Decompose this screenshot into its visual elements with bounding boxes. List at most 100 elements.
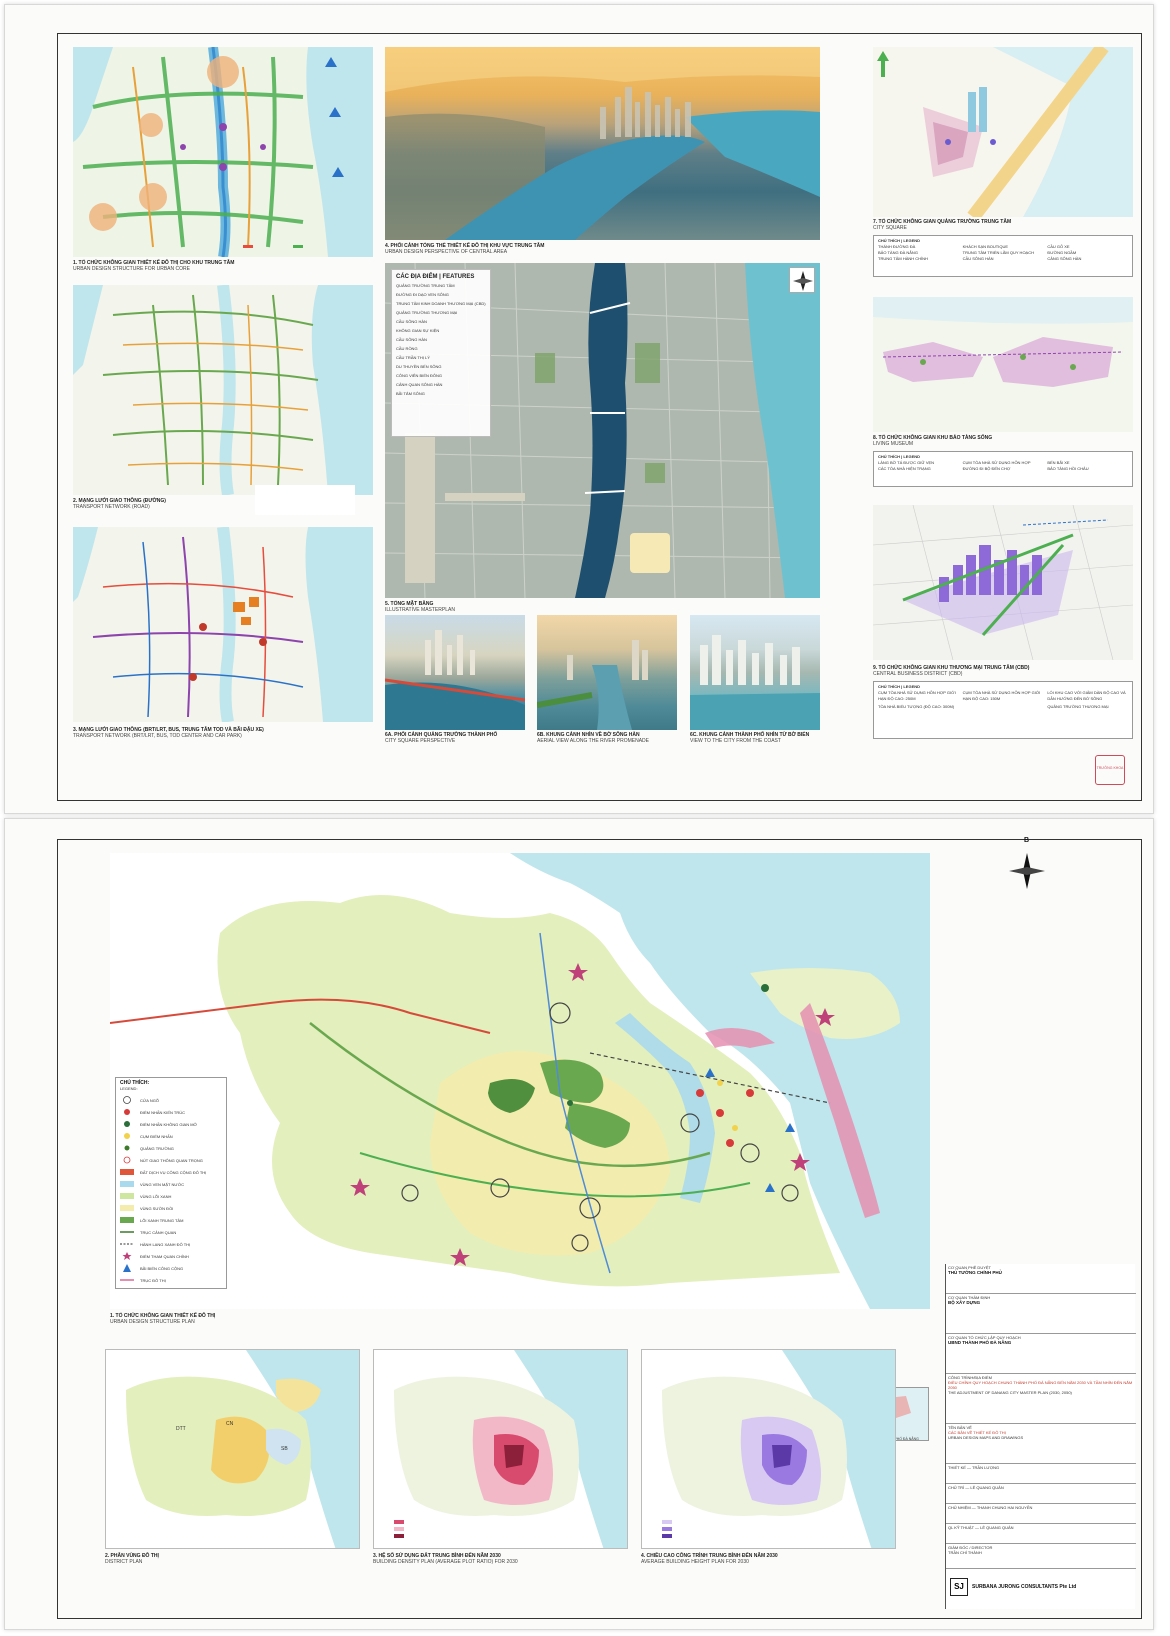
legend-row-central-green: VÙNG LÕI XANH	[120, 1190, 171, 1202]
caption-density-plan-en: BUILDING DENSITY PLAN (AVERAGE PLOT RATI…	[373, 1559, 518, 1565]
tb-project: CÔNG TRÌNH/ĐỊA ĐIỂM ĐIỀU CHỈNH QUY HOẠCH…	[946, 1374, 1136, 1424]
district-label: SB	[281, 1446, 288, 1452]
photo-river-promenade	[537, 615, 677, 730]
green-corridor-line-icon	[120, 1243, 134, 1245]
tb-organizing-value: UBND THÀNH PHỐ ĐÀ NẴNG	[948, 1340, 1012, 1345]
legend-living-museum: CHÚ THÍCH | LEGEND LÀNG BỜ TÁ ĐƯỢC GIỮ V…	[873, 451, 1133, 487]
landmark-cluster-icon	[124, 1133, 130, 1139]
landmark-building-icon	[124, 1109, 130, 1115]
tb-project-vi: ĐIỀU CHỈNH QUY HOẠCH CHUNG THÀNH PHỐ ĐÀ …	[948, 1380, 1133, 1390]
legend-cbd-item: QUẢNG TRƯỜNG THƯƠNG MẠI	[1047, 704, 1109, 709]
legend-label: VÙNG LÕI XANH	[140, 1193, 172, 1199]
tb-project-en: THE ADJUSTMENT OF DANANG CITY MASTER PLA…	[948, 1390, 1072, 1395]
features-heading: CÁC ĐỊA ĐIỂM | FEATURES	[396, 274, 475, 280]
bottom-drawing-sheet: B MINH HỌA VỊ TRÍ KHU VỰC THÀNH PHỐ ĐÀ N…	[4, 818, 1154, 1630]
tb-appraising-value: BỘ XÂY DỰNG	[948, 1300, 981, 1305]
tb-organizing: CƠ QUAN TỔ CHỨC LẬP QUY HOẠCH UBND THÀNH…	[946, 1334, 1136, 1374]
caption-living-museum: 8. TỔ CHỨC KHÔNG GIAN KHU BẢO TÀNG SỐNG …	[873, 435, 992, 447]
legend-row-landscape-axis: TRỤC CẢNH QUAN	[120, 1226, 176, 1238]
photo-view-from-coast	[690, 615, 820, 730]
panel-transport-road-map	[73, 285, 373, 495]
panel-cbd	[873, 505, 1133, 660]
district-plan-map: DTT CN SB	[105, 1349, 360, 1549]
legend-label: ĐIỂM NHẤN KIẾN TRÚC	[140, 1109, 186, 1115]
legend-row-square: QUẢNG TRƯỜNG	[120, 1142, 174, 1154]
legend-row-hillside: VÙNG SƯỜN ĐỒI	[120, 1202, 173, 1214]
caption-district-plan-en: DISTRICT PLAN	[105, 1559, 143, 1565]
legend-city-square-item: CẢNG SÔNG HÀN	[1047, 256, 1082, 261]
caption-6c-en: VIEW TO THE CITY FROM THE COAST	[690, 738, 781, 744]
caption-6b-en: AERIAL VIEW ALONG THE RIVER PROMENADE	[537, 738, 649, 744]
caption-masterplan-en: ILLUSTRATIVE MASTERPLAN	[385, 607, 455, 613]
hillside-swatch-icon	[120, 1205, 134, 1211]
legend-label: ĐẤT DỊCH VỤ CÔNG CỘNG ĐÔ THỊ	[140, 1169, 207, 1175]
north-arrow-icon	[1005, 849, 1049, 893]
legend-label: LÕI XANH TRUNG TÂM	[140, 1217, 184, 1223]
caption-transport-brt: 3. MẠNG LƯỚI GIAO THÔNG (BRT/LRT, BUS, T…	[73, 727, 264, 739]
central-perspective-svg	[385, 47, 820, 240]
urban-axis-line-icon	[120, 1279, 134, 1281]
legend-row-attractions: ĐIỂM THAM QUAN CHÍNH	[120, 1250, 189, 1262]
junction-icon	[123, 1156, 131, 1164]
gateway-icon	[123, 1096, 131, 1104]
tb-row-value: TRẦN LƯỢNG	[972, 1465, 1000, 1470]
caption-city-square: 7. TỔ CHỨC KHÔNG GIAN QUẢNG TRƯỜNG TRUNG…	[873, 219, 1011, 231]
legend-row-landmark-building: ĐIỂM NHẤN KIẾN TRÚC	[120, 1106, 185, 1118]
panel-city-square	[873, 47, 1133, 217]
caption-6a: 6A. PHỐI CẢNH QUẢNG TRƯỜNG THÀNH PHỐ CIT…	[385, 732, 497, 744]
caption-living-museum-en: LIVING MUSEUM	[873, 441, 914, 447]
height-plan-map	[641, 1349, 896, 1549]
legend-city-square-item: CẦU SÔNG HÀN	[962, 256, 994, 261]
tb-row-label: CHỦ NHIỆM	[948, 1505, 971, 1510]
caption-height-plan: 4. CHIỀU CAO CÔNG TRÌNH TRUNG BÌNH ĐẾN N…	[641, 1553, 778, 1565]
district-label: DTT	[176, 1426, 186, 1432]
caption-height-plan-en: AVERAGE BUILDING HEIGHT PLAN FOR 2030	[641, 1559, 749, 1565]
features-list: CÁC ĐỊA ĐIỂM | FEATURES QUẢNG TRƯỜNG TRU…	[391, 269, 491, 437]
legend-row-waterfront: VÙNG VEN MẶT NƯỚC	[120, 1178, 184, 1190]
legend-row-gateway: CỬA NGÕ	[120, 1094, 159, 1106]
city-square-svg	[873, 47, 1133, 217]
panel-living-museum	[873, 297, 1133, 432]
feature-item: TRUNG TÂM KINH DOANH THƯƠNG MẠI (CBD)	[396, 301, 486, 306]
legend-city-square: CHÚ THÍCH | LEGEND THÁNH ĐƯỜNG ĐÀ KHÁCH …	[873, 235, 1133, 277]
feature-item: CẢNH QUAN SÔNG HÀN	[396, 382, 443, 387]
legend-city-square-item: TRUNG TÂM HÀNH CHÍNH	[878, 256, 928, 261]
top-drawing-sheet: 1. TỔ CHỨC KHÔNG GIAN THIẾT KẾ ĐÔ THỊ CH…	[4, 4, 1154, 814]
legend-label: VÙNG VEN MẶT NƯỚC	[140, 1181, 185, 1187]
caption-city-square-en: CITY SQUARE	[873, 225, 907, 231]
tb-approving-value: THỦ TƯỚNG CHÍNH PHỦ	[948, 1270, 1002, 1275]
urban-core-map-svg	[73, 47, 373, 257]
legend-row-central-park: LÕI XANH TRUNG TÂM	[120, 1214, 183, 1226]
tb-row-label: THIẾT KẾ	[948, 1465, 966, 1470]
feature-item: KHÔNG GIAN SỰ KIỆN	[396, 328, 440, 333]
legend-row-public-land: ĐẤT DỊCH VỤ CÔNG CỘNG ĐÔ THỊ	[120, 1166, 206, 1178]
north-arrow-icon	[789, 267, 815, 293]
tb-drawing: TÊN BẢN VẼ CÁC BẢN VẼ THIẾT KẾ ĐÔ THỊ UR…	[946, 1424, 1136, 1464]
attraction-star-icon	[122, 1252, 132, 1260]
caption-6c: 6C. KHUNG CẢNH THÀNH PHỐ NHÌN TỪ BỜ BIỂN…	[690, 732, 809, 744]
legend-label: BÃI BIỂN CÔNG CỘNG	[140, 1265, 184, 1271]
legend-heading-en: LEGEND:	[120, 1086, 138, 1091]
legend-row-public-beach: BÃI BIỂN CÔNG CỘNG	[120, 1262, 183, 1274]
tb-row-value: LÊ QUANG QUÂN	[980, 1525, 1014, 1530]
legend-label: VÙNG SƯỜN ĐỒI	[140, 1205, 174, 1211]
feature-item: CẦU SÔNG HÀN	[396, 319, 427, 324]
caption-density-plan: 3. HỆ SỐ SỬ DỤNG ĐẤT TRUNG BÌNH ĐẾN NĂM …	[373, 1553, 518, 1565]
main-urban-design-map	[110, 853, 930, 1309]
legend-cbd-item: CỤM TÒA NHÀ SỬ DỤNG HỖN HỢP GIỚI HẠN ĐỘ …	[878, 690, 956, 701]
legend-label: TRỤC ĐÔ THỊ	[140, 1277, 166, 1283]
approval-stamp: TRƯỞNG KHOA	[1095, 755, 1125, 785]
legend-cbd-item: CỤM TÒA NHÀ SỬ DỤNG HỖN HỢP GIỚI HẠN ĐỘ …	[962, 690, 1041, 701]
tb-row-value: THANH CHUNG HAI NGUYỄN	[976, 1505, 1033, 1510]
caption-urban-core-en: URBAN DESIGN STRUCTURE FOR URBAN CORE	[73, 266, 190, 272]
feature-item: CÔNG VIÊN BIỂN ĐÔNG	[396, 373, 443, 378]
caption-6b: 6B. KHUNG CẢNH NHÌN VỀ BỜ SÔNG HÀN AERIA…	[537, 732, 649, 744]
living-museum-svg	[873, 297, 1133, 432]
landmark-open-space-icon	[124, 1121, 130, 1127]
feature-item: DU THUYỀN BẾN SÔNG	[396, 364, 442, 369]
legend-label: ĐIỂM NHẤN KHÔNG GIAN MỞ	[140, 1121, 197, 1127]
tb-row: QL KỸ THUẬT — LÊ QUANG QUÂN	[946, 1524, 1136, 1544]
photo-city-square	[385, 615, 525, 730]
square-icon	[124, 1145, 130, 1151]
legend-row-green-corridor: HÀNH LANG XANH ĐÔ THỊ	[120, 1238, 190, 1250]
